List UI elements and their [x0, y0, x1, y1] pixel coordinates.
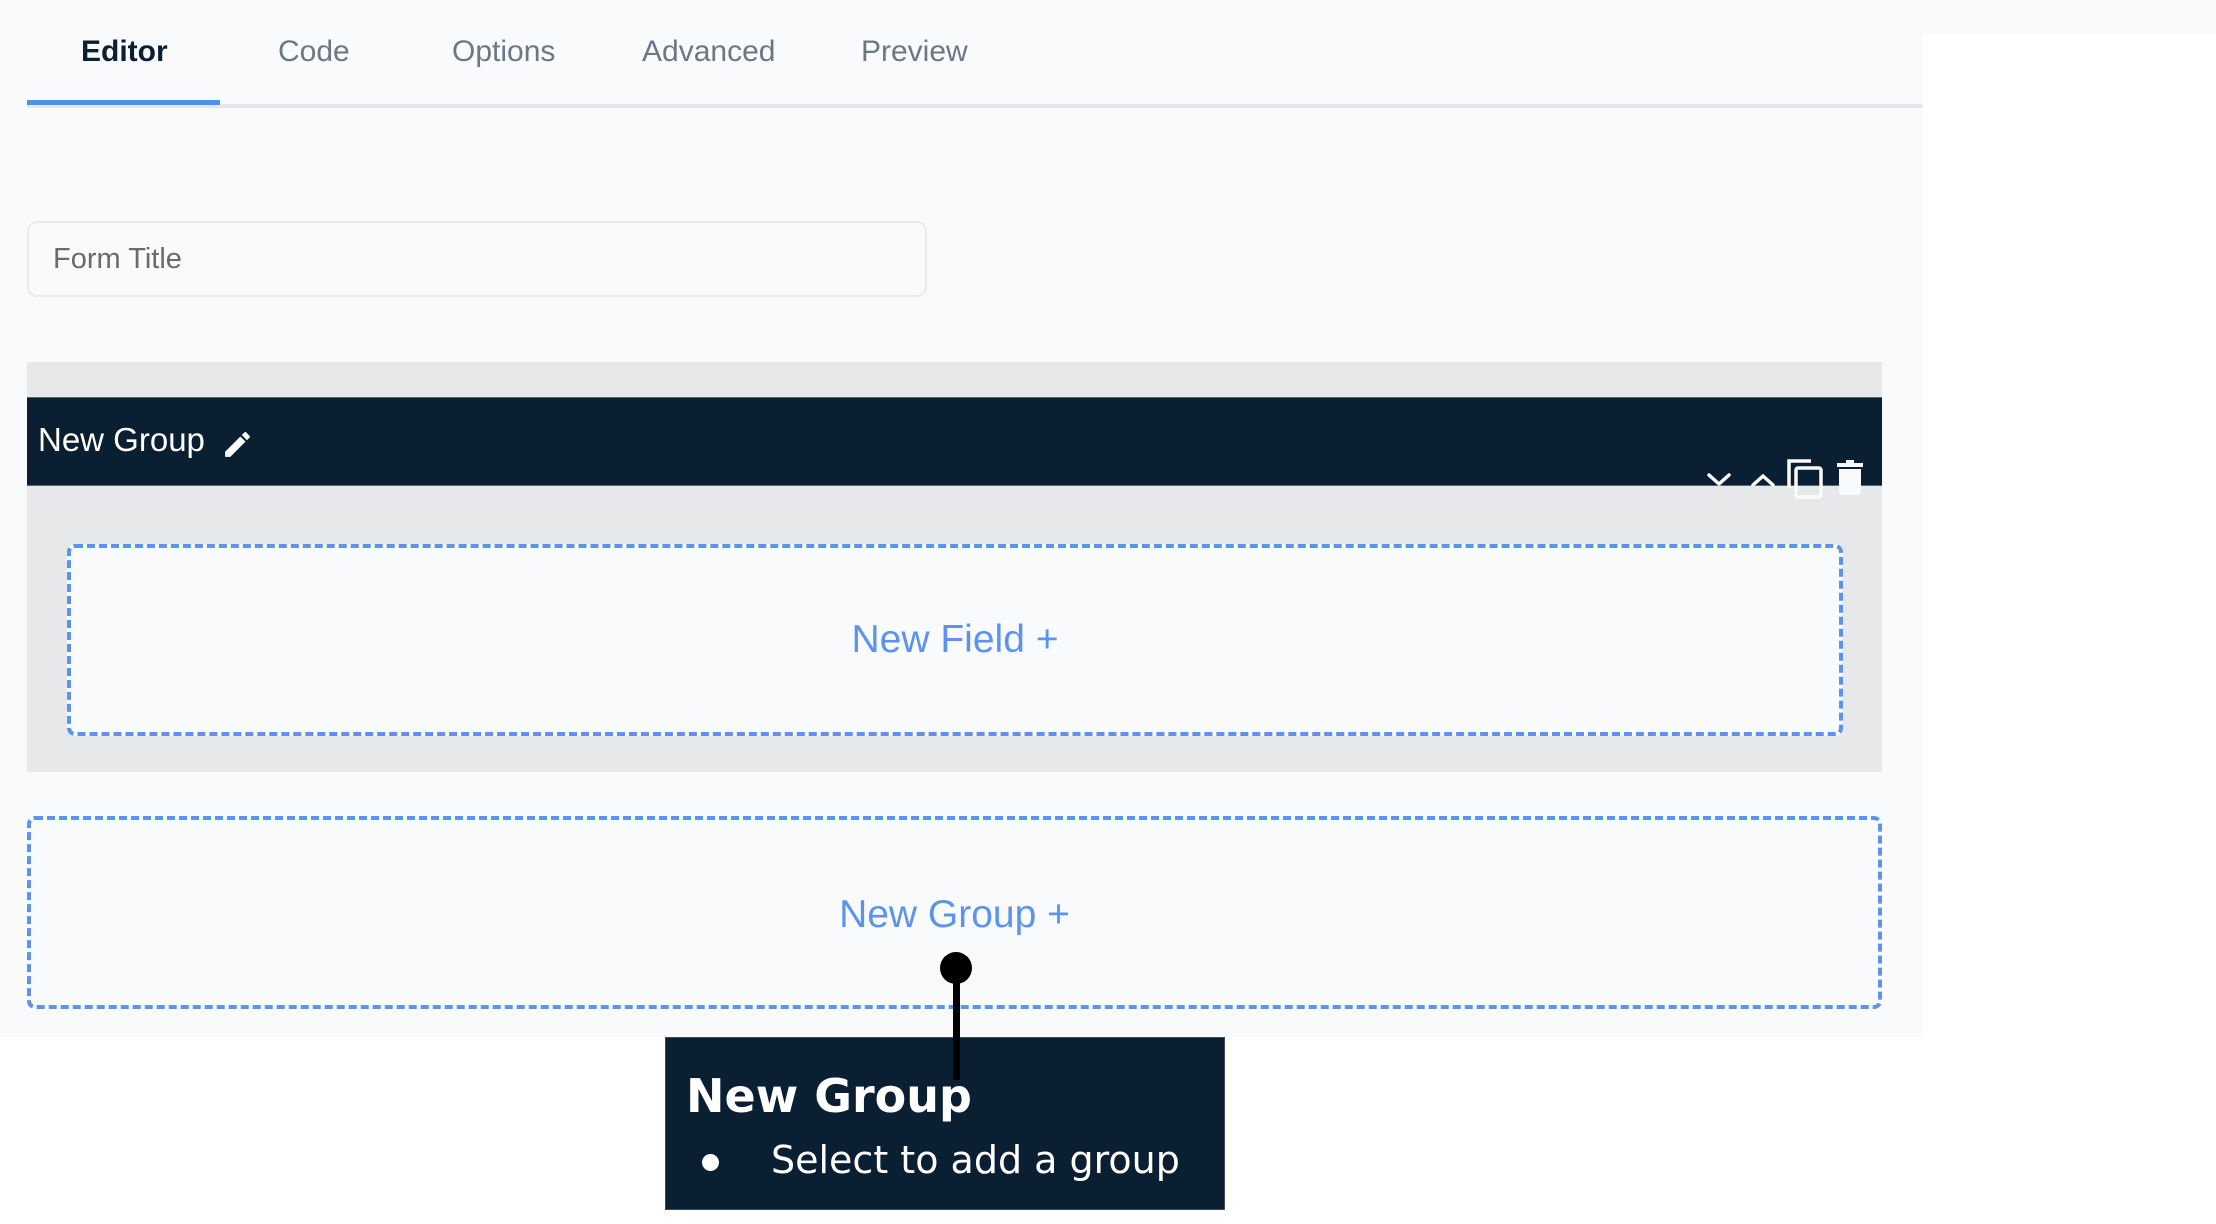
new-field-button[interactable]: New Field + [67, 544, 1843, 736]
tab-editor[interactable]: Editor [81, 32, 168, 72]
tab-bar: Editor Code Options Advanced Preview [27, 0, 1923, 109]
form-editor-panel: Editor Code Options Advanced Preview New… [0, 0, 1923, 1037]
callout-connector [953, 968, 960, 1080]
tooltip-bullet-text: Select to add a group [771, 1138, 1180, 1182]
active-tab-indicator [27, 100, 220, 105]
trash-icon[interactable] [1836, 460, 1864, 496]
pencil-icon[interactable] [221, 428, 254, 461]
tooltip-title: New Group [686, 1069, 972, 1123]
bullet-icon [702, 1154, 719, 1171]
tab-code[interactable]: Code [278, 32, 350, 72]
copy-icon[interactable] [1786, 458, 1824, 499]
group-title: New Group [38, 421, 205, 458]
chevron-up-icon[interactable] [1750, 472, 1776, 488]
tab-preview[interactable]: Preview [861, 32, 968, 72]
form-title-input[interactable] [27, 221, 927, 297]
tab-advanced[interactable]: Advanced [642, 32, 775, 72]
callout-anchor-dot [940, 952, 972, 984]
new-group-label: New Group + [839, 893, 1070, 936]
tab-options[interactable]: Options [452, 32, 555, 72]
new-field-label: New Field + [851, 618, 1059, 661]
form-group: New Group New Field + [27, 362, 1882, 772]
group-header: New Group [27, 397, 1882, 499]
tab-bar-divider [27, 104, 1923, 108]
tooltip: New Group Select to add a group [665, 1037, 1225, 1210]
chevron-down-icon[interactable] [1706, 472, 1732, 488]
